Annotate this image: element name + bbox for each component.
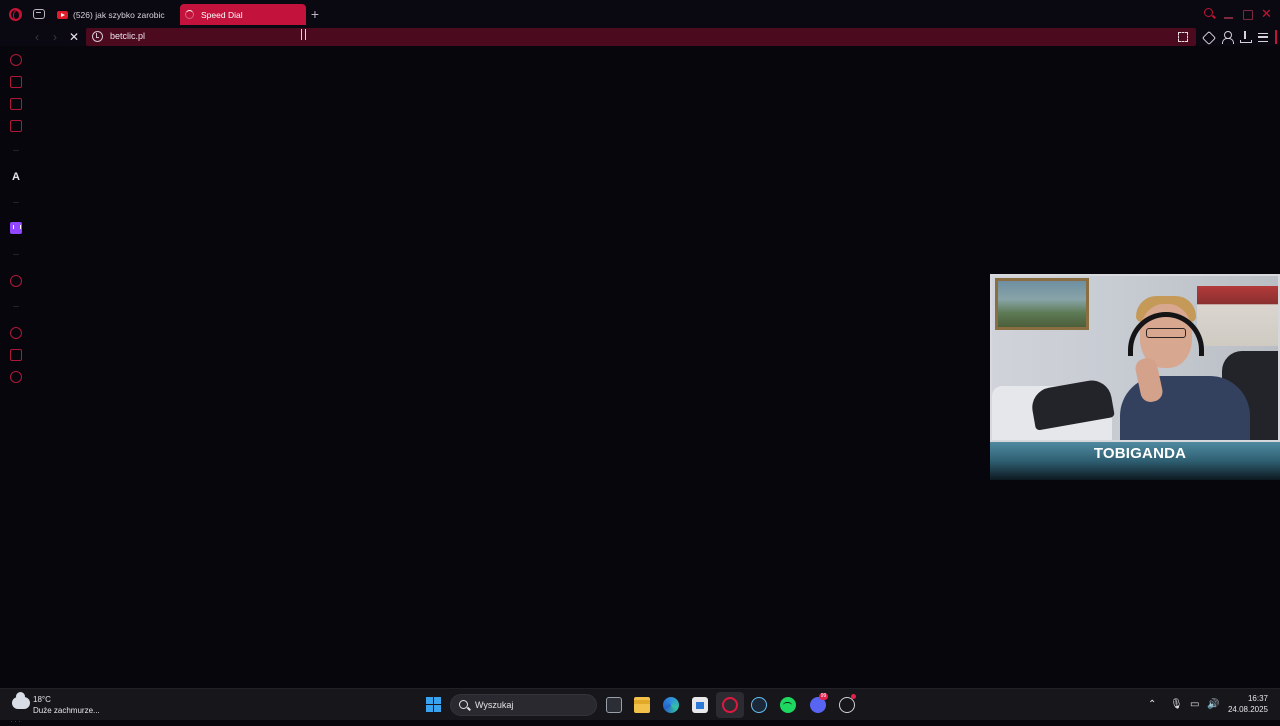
tab-title: Speed Dial [201,9,243,20]
notification-dot [851,694,856,699]
clock-date[interactable]: 24.08.2025 [1218,705,1268,714]
address-bar-url[interactable]: betclic.pl [110,31,145,41]
search-tabs-icon[interactable] [1204,8,1216,20]
taskbar-search-box[interactable]: Wyszukaj [450,694,597,716]
new-tab-button[interactable]: + [309,6,321,22]
youtube-icon [57,10,68,19]
history-icon[interactable] [10,327,22,339]
easy-setup-menu-icon[interactable] [1257,31,1269,43]
webcam-glasses [1146,328,1186,338]
sidebar-edge-indicator [1275,30,1277,44]
task-view-icon[interactable] [606,697,622,713]
weather-cloud-icon[interactable] [12,692,30,709]
edge-browser-icon[interactable] [663,697,679,713]
spotify-icon[interactable] [780,697,796,713]
back-button[interactable]: ‹ [35,30,39,44]
discord-notification-badge: 99 [819,693,828,700]
streamer-name: TOBIGANDA [1093,445,1187,462]
microsoft-store-icon[interactable] [692,697,708,713]
tab-strip: (526) jak szybko zarobic Speed Dial + ✕ [0,0,1280,28]
site-info-icon[interactable] [92,31,103,42]
start-icon-tile [434,697,441,704]
app-icon[interactable] [839,697,855,713]
weather-temperature[interactable]: 18°C [33,695,51,704]
webcam-painting [995,278,1089,330]
minimize-button[interactable] [1223,8,1235,20]
address-bar[interactable]: betclic.pl [86,28,1196,46]
tab-youtube[interactable]: (526) jak szybko zarobic [52,4,172,25]
start-icon-tile [426,705,433,712]
opera-gx-logo-icon[interactable] [9,8,22,21]
maximize-button[interactable] [1242,8,1254,20]
gx-control-icon[interactable] [10,54,22,66]
tab-speed-dial[interactable]: Speed Dial [180,4,306,25]
account-icon[interactable] [1221,31,1234,44]
stop-loading-button[interactable]: ✕ [69,29,79,45]
steam-icon[interactable] [751,697,767,713]
tab-title: (526) jak szybko zarobic [73,9,165,20]
taskbar-search-placeholder: Wyszukaj [475,700,514,710]
gx-corner-icon[interactable] [10,76,22,88]
sidebar-divider [13,150,19,151]
settings-gear-icon[interactable] [10,371,22,383]
streamer-name-bar: TOBIGANDA [990,442,1280,480]
navigation-bar: ‹ › ✕ betclic.pl [0,28,1280,46]
microphone-icon[interactable]: 🎙 [1170,699,1183,710]
weather-description[interactable]: Duże zachmurze... [33,706,100,715]
search-icon [459,700,468,709]
opera-gx-taskbar-icon[interactable] [722,697,738,713]
gx-mods-icon[interactable] [10,120,22,132]
aria-ai-icon[interactable]: A [10,171,22,183]
extensions-icon[interactable] [1203,31,1215,43]
webcam-shelf [1197,286,1278,346]
show-hidden-icons-chevron-icon[interactable]: ⌃ [1148,699,1156,710]
network-icon[interactable]: ▭ [1190,699,1199,710]
twitch-icon[interactable] [10,222,22,234]
forward-button[interactable]: › [53,30,57,44]
player-icon[interactable] [10,275,22,287]
sidebar-divider [13,254,19,255]
sidebar: A GX ··· [0,46,32,726]
extensions-sidebar-icon[interactable] [10,349,22,361]
clock-time[interactable]: 16:37 [1230,694,1268,703]
file-explorer-icon[interactable] [634,697,650,713]
snapshot-icon[interactable] [1178,32,1188,42]
windows-start-icon[interactable] [426,697,441,712]
news-icon[interactable] [10,98,22,110]
tab-switcher-icon[interactable] [33,9,45,19]
sidebar-divider [13,306,19,307]
text-cursor-icon [301,29,306,40]
close-window-button[interactable]: ✕ [1261,7,1273,20]
sidebar-divider [13,202,19,203]
start-icon-tile [434,705,441,712]
start-icon-tile [426,697,433,704]
loading-spinner-icon [185,10,194,19]
download-icon[interactable] [1239,31,1252,43]
webcam-overlay [990,274,1280,442]
taskbar: 18°C Duże zachmurze... Wyszukaj 99 ⌃ 🎙 ▭… [0,688,1280,720]
